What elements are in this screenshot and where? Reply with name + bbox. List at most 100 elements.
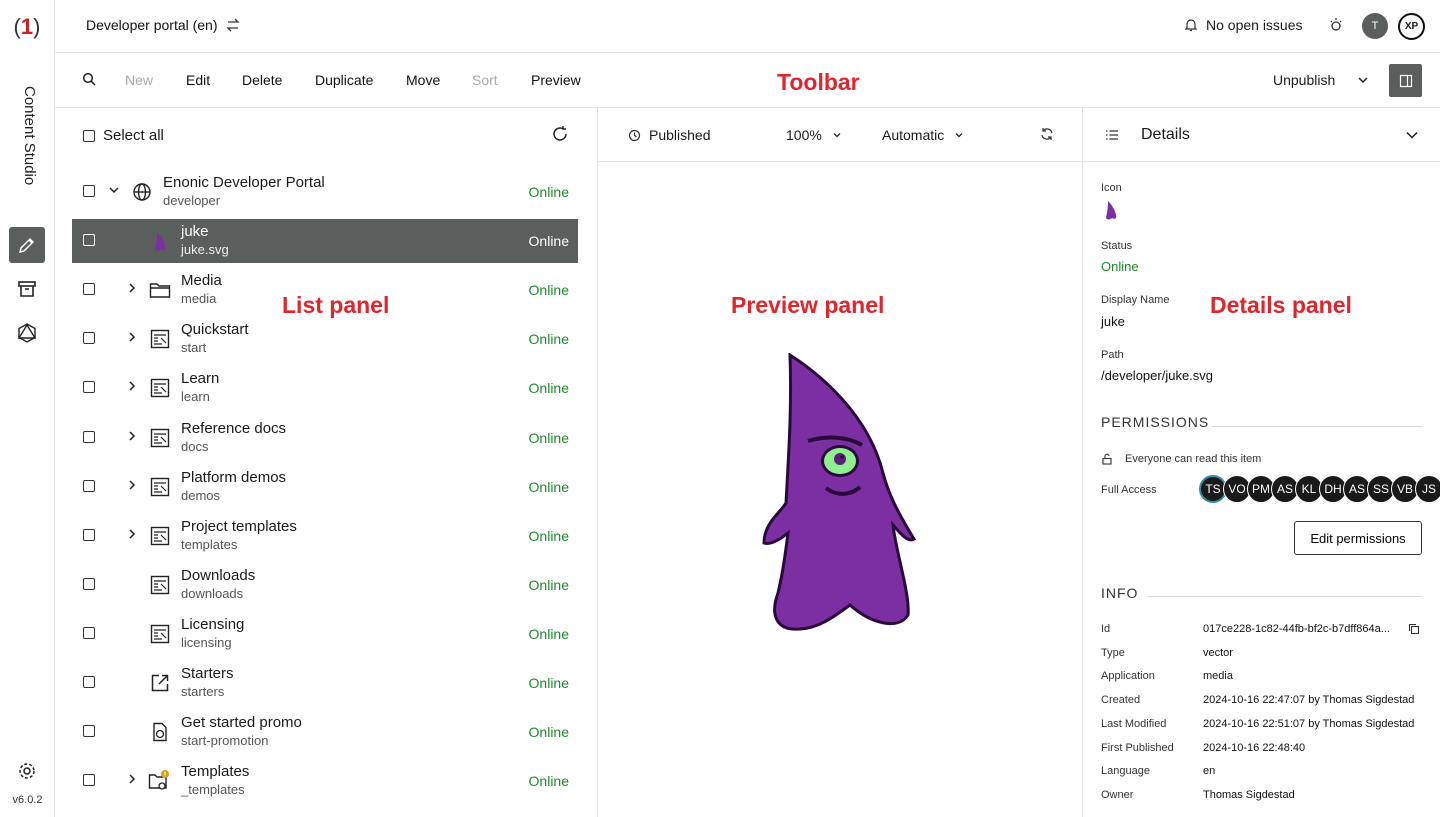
list-item[interactable]: Platform demos demos Online — [72, 465, 578, 509]
juke-thumbnail-icon — [1106, 201, 1117, 220]
list-item[interactable]: Quickstart start Online — [72, 317, 578, 361]
list-item[interactable]: juke juke.svg Online — [72, 219, 578, 264]
row-status: Online — [528, 527, 569, 544]
logo-paren-close: ) — [33, 14, 41, 39]
chevron-right-icon[interactable] — [126, 380, 138, 392]
row-name: Downloads — [181, 566, 256, 584]
info-value: Thomas Sigdestad — [1203, 788, 1295, 801]
search-button[interactable] — [82, 72, 96, 91]
list-item[interactable]: Media media Online — [72, 268, 578, 312]
external-link-icon — [148, 671, 172, 695]
principal-avatars: TS VO PM AS KL DH AS SS VB JS — [1199, 475, 1440, 503]
refresh-preview-button[interactable] — [1040, 127, 1054, 146]
toggle-details-panel-button[interactable] — [1389, 64, 1422, 97]
nav-graphql-icon[interactable] — [9, 315, 45, 351]
list-item[interactable]: Reference docs docs Online — [72, 416, 578, 460]
permissions-divider — [1212, 426, 1422, 427]
delete-button[interactable]: Delete — [242, 72, 282, 88]
row-checkbox[interactable] — [83, 332, 95, 345]
chevron-right-icon[interactable] — [126, 773, 138, 785]
issues-button[interactable]: No open issues — [1184, 17, 1303, 33]
row-checkbox[interactable] — [83, 381, 95, 394]
nav-settings-gear-icon[interactable] — [9, 753, 45, 789]
select-all[interactable]: Select all — [83, 127, 164, 144]
row-name: Project templates — [181, 517, 297, 535]
row-name: Starters — [181, 665, 234, 682]
templates-folder-icon — [148, 769, 172, 793]
row-checkbox[interactable] — [83, 283, 95, 296]
app-logo[interactable]: (1) — [9, 14, 45, 40]
bell-icon — [1184, 19, 1198, 32]
list-item[interactable]: Get started promo start-promotion Online — [72, 710, 578, 754]
preview-mode-dropdown[interactable]: Automatic — [882, 127, 964, 143]
list-item[interactable]: Templates _templates Online — [72, 759, 578, 803]
app-root: (1) Content Studio v6.0.2 Developer port… — [0, 0, 1440, 817]
row-checkbox[interactable] — [83, 676, 95, 688]
row-checkbox[interactable] — [83, 774, 95, 787]
theme-toggle[interactable] — [1327, 16, 1345, 39]
principal-avatar[interactable]: JS — [1415, 475, 1440, 503]
select-all-checkbox[interactable] — [83, 129, 95, 142]
row-checkbox[interactable] — [83, 725, 95, 738]
chevron-right-icon[interactable] — [126, 528, 138, 540]
juke-preview-image — [762, 353, 917, 631]
row-name: Reference docs — [181, 419, 287, 437]
row-path: start-promotion — [181, 733, 269, 749]
folder-icon — [148, 278, 172, 302]
globe-icon — [130, 180, 154, 204]
chevron-right-icon[interactable] — [126, 430, 138, 442]
list-item[interactable]: Enonic Developer Portal developer Online — [72, 170, 578, 214]
info-key: First Published — [1101, 741, 1174, 754]
row-checkbox[interactable] — [83, 528, 95, 541]
status-value: Online — [1101, 259, 1139, 274]
search-icon — [82, 72, 96, 86]
list-item[interactable]: Learn learn Online — [72, 366, 578, 410]
nav-content-pencil-icon[interactable] — [9, 227, 45, 263]
pencil-icon — [18, 237, 35, 254]
chevron-down-icon[interactable] — [108, 184, 120, 196]
row-checkbox[interactable] — [83, 185, 95, 197]
chevron-down-icon[interactable] — [1405, 128, 1419, 142]
xp-launcher-icon[interactable]: XP — [1398, 13, 1425, 40]
list-item[interactable]: Project templates templates Online — [72, 514, 578, 558]
chevron-right-icon[interactable] — [126, 479, 138, 491]
edit-button[interactable]: Edit — [186, 72, 210, 88]
row-status: Online — [528, 625, 569, 642]
move-button[interactable]: Move — [406, 72, 440, 88]
row-path: developer — [163, 193, 221, 208]
nav-archive-icon[interactable] — [9, 271, 45, 307]
duplicate-button[interactable]: Duplicate — [315, 72, 373, 88]
user-avatar[interactable]: T — [1362, 13, 1388, 39]
new-button[interactable]: New — [125, 72, 153, 88]
row-name: Quickstart — [181, 321, 249, 339]
preview-button[interactable]: Preview — [531, 72, 581, 88]
edit-permissions-button[interactable]: Edit permissions — [1294, 521, 1422, 555]
row-checkbox[interactable] — [83, 577, 95, 590]
publish-status-button[interactable]: Published — [628, 127, 711, 143]
list-item[interactable]: Licensing licensing Online — [72, 612, 578, 656]
project-selector[interactable]: Developer portal (en) — [86, 17, 240, 33]
row-name: Platform demos — [181, 468, 287, 486]
row-name: Learn — [181, 370, 220, 388]
page-icon — [148, 327, 172, 351]
logo-number: 1 — [20, 14, 34, 39]
info-value: vector — [1203, 646, 1233, 659]
row-checkbox[interactable] — [83, 626, 95, 639]
issues-label: No open issues — [1206, 17, 1303, 33]
refresh-list-button[interactable] — [551, 125, 569, 148]
zoom-dropdown[interactable]: 100% — [786, 127, 842, 143]
chevron-right-icon[interactable] — [126, 282, 138, 294]
list-item[interactable]: Downloads downloads Online — [72, 563, 578, 607]
chevron-right-icon[interactable] — [126, 331, 138, 343]
copy-icon[interactable] — [1408, 623, 1420, 635]
unpublish-menu-button[interactable]: Unpublish — [1273, 72, 1369, 88]
row-checkbox[interactable] — [83, 234, 95, 247]
list-panel: Select all List panel Enonic Developer P… — [55, 108, 598, 817]
sort-button[interactable]: Sort — [472, 72, 498, 88]
left-rail: (1) Content Studio v6.0.2 — [0, 0, 55, 817]
row-checkbox[interactable] — [83, 430, 95, 443]
row-checkbox[interactable] — [83, 479, 95, 492]
status-label: Status — [1101, 240, 1133, 252]
list-item[interactable]: Starters starters Online — [72, 661, 578, 705]
info-key: Last Modified — [1101, 717, 1167, 730]
